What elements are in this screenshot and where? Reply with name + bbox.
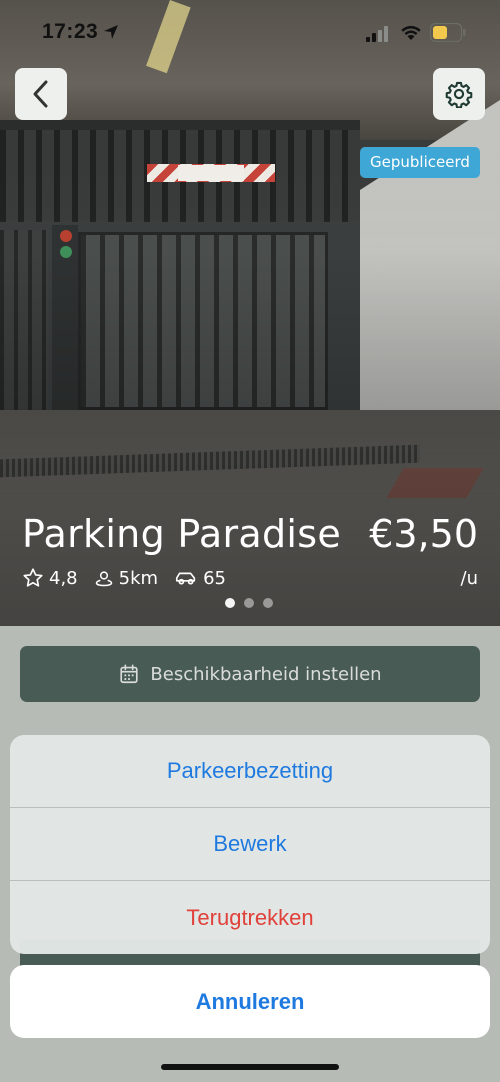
carousel-indicator[interactable] bbox=[225, 598, 273, 608]
spots-value: 65 bbox=[203, 567, 226, 589]
status-badge: Gepubliceerd bbox=[360, 147, 480, 178]
status-time: 17:23 bbox=[42, 20, 99, 43]
wifi-icon bbox=[401, 25, 421, 40]
home-indicator[interactable] bbox=[161, 1064, 339, 1070]
map-pin-icon bbox=[95, 571, 112, 587]
gear-icon bbox=[445, 81, 473, 108]
listing-price: €3,50 bbox=[369, 512, 478, 556]
carousel-dot[interactable] bbox=[263, 598, 273, 608]
action-parking-occupancy[interactable]: Parkeerbezetting bbox=[10, 735, 490, 808]
back-button[interactable] bbox=[15, 68, 67, 120]
price-unit: /u bbox=[460, 568, 478, 589]
cancel-button[interactable]: Annuleren bbox=[10, 965, 490, 1038]
carousel-dot[interactable] bbox=[244, 598, 254, 608]
star-icon bbox=[23, 568, 43, 587]
location-arrow-icon bbox=[104, 25, 118, 39]
rating-value: 4,8 bbox=[49, 567, 78, 589]
listing-meta: 4,8 5km 65 bbox=[22, 566, 236, 590]
rating: 4,8 bbox=[22, 567, 78, 589]
status-bar: 17:23 bbox=[0, 0, 500, 64]
battery-icon bbox=[430, 23, 466, 42]
action-sheet: Parkeerbezetting Bewerk Terugtrekken bbox=[10, 735, 490, 954]
distance-value: 5km bbox=[118, 567, 159, 589]
listing-title: Parking Paradise bbox=[22, 512, 342, 556]
settings-button[interactable] bbox=[433, 68, 485, 120]
action-edit[interactable]: Bewerk bbox=[10, 808, 490, 881]
car-icon bbox=[176, 572, 196, 585]
chevron-left-icon bbox=[33, 80, 48, 108]
action-withdraw[interactable]: Terugtrekken bbox=[10, 881, 490, 954]
signal-icon bbox=[366, 26, 388, 42]
carousel-dot[interactable] bbox=[225, 598, 235, 608]
distance: 5km bbox=[94, 568, 158, 589]
spots: 65 bbox=[174, 568, 226, 589]
